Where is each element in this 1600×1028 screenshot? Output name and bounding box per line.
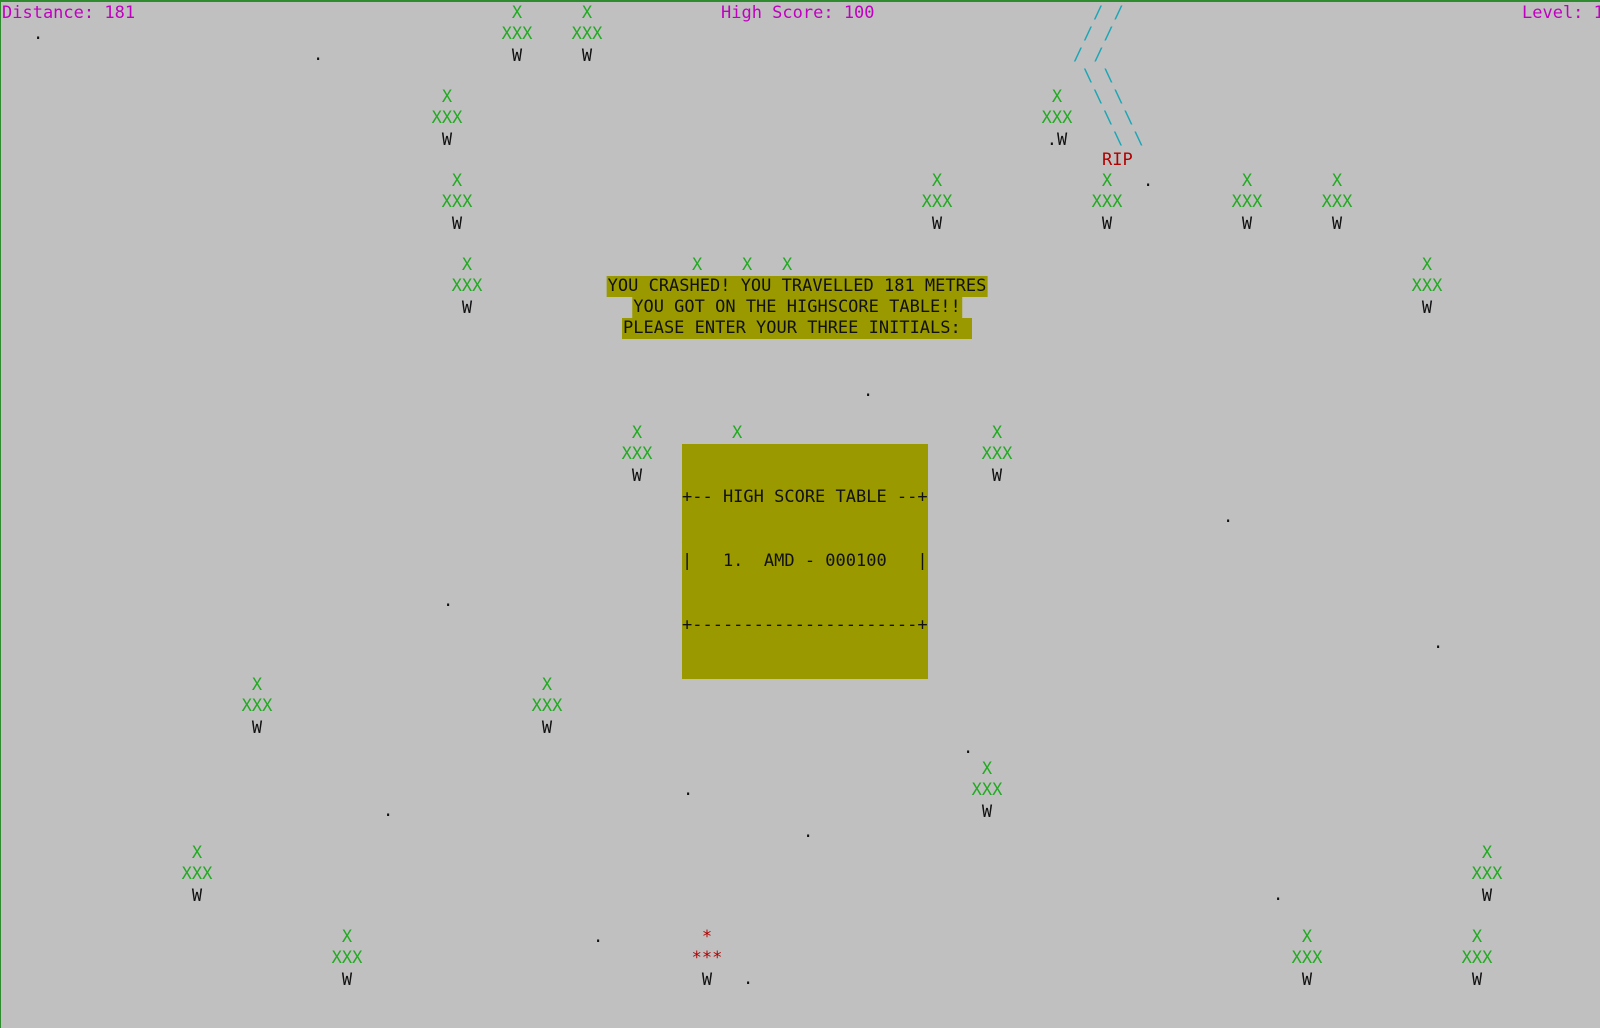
snow-mogul: . [963, 738, 974, 758]
crash-message-line: YOU CRASHED! YOU TRAVELLED 181 METRES [606, 276, 988, 298]
tree-top: X [692, 255, 703, 275]
tree-top: X [782, 255, 793, 275]
ski-track: \ \ [1083, 66, 1114, 86]
tree: XXXXW [1471, 843, 1503, 906]
tree: XXXXW [451, 255, 483, 318]
tree: XXXXW [331, 927, 363, 990]
crashed-tree: * *** W [691, 927, 723, 990]
ski-track: \ \ [1103, 108, 1134, 128]
snow-mogul: . [803, 822, 814, 842]
tree: XXXXW [1321, 171, 1353, 234]
high-score-table-header: +-- HIGH SCORE TABLE --+ [682, 486, 928, 507]
snow-mogul: . [863, 381, 874, 401]
ski-track: / / [1073, 45, 1104, 65]
game-screen: Distance: 181 High Score: 100 Level: 1 /… [0, 0, 1600, 1028]
ski-track: / / [1083, 24, 1114, 44]
tree: XXXXW [621, 423, 653, 486]
snow-mogul: . [1143, 171, 1154, 191]
high-score-display: High Score: 100 [721, 3, 875, 23]
tree: XXXXW [441, 171, 473, 234]
snow-mogul: . [313, 45, 324, 65]
tree: XXXXW [571, 3, 603, 66]
tree: XXXXW [971, 759, 1003, 822]
tree: XXXXW [1461, 927, 1493, 990]
tree: XXXXW [1091, 171, 1123, 234]
initials-prompt[interactable]: PLEASE ENTER YOUR THREE INITIALS: [622, 318, 972, 340]
tree: XXXXW [921, 171, 953, 234]
tree: XXXXW [1291, 927, 1323, 990]
snow-mogul: . [683, 780, 694, 800]
snow-mogul: . [443, 591, 454, 611]
tree-top: X [732, 423, 743, 443]
snow-mogul: . [33, 24, 44, 44]
snow-mogul: . [743, 969, 754, 989]
tree: XXXXW [1231, 171, 1263, 234]
snow-mogul: . [1273, 885, 1284, 905]
rip-marker: RIP [1102, 150, 1133, 170]
tree: XXXXW [1411, 255, 1443, 318]
distance-counter: Distance: 181 [2, 3, 136, 23]
tree: XXXXW [981, 423, 1013, 486]
snow-mogul: . [593, 927, 604, 947]
high-score-table-footer: +----------------------+ [682, 615, 928, 636]
level-indicator: Level: 1 [1522, 3, 1600, 23]
snow-mogul: . [1433, 633, 1444, 653]
snow-mogul: . [383, 801, 394, 821]
high-score-entry: | 1. AMD - 000100 | [682, 551, 928, 572]
tree: XXXXW [501, 3, 533, 66]
tree: X XXX .W [1041, 87, 1073, 150]
ski-track: \ \ [1113, 129, 1144, 149]
ski-track: / / [1093, 3, 1124, 23]
ski-track: \ \ [1093, 87, 1124, 107]
high-score-table: +-- HIGH SCORE TABLE --+ | 1. AMD - 0001… [682, 444, 928, 680]
tree: XXXXW [531, 675, 563, 738]
tree-top: X [742, 255, 753, 275]
highscore-message-line: YOU GOT ON THE HIGHSCORE TABLE!! [632, 297, 962, 319]
tree: XXXXW [241, 675, 273, 738]
snow-mogul: . [1223, 507, 1234, 527]
tree: XXXXW [181, 843, 213, 906]
tree: XXXXW [431, 87, 463, 150]
